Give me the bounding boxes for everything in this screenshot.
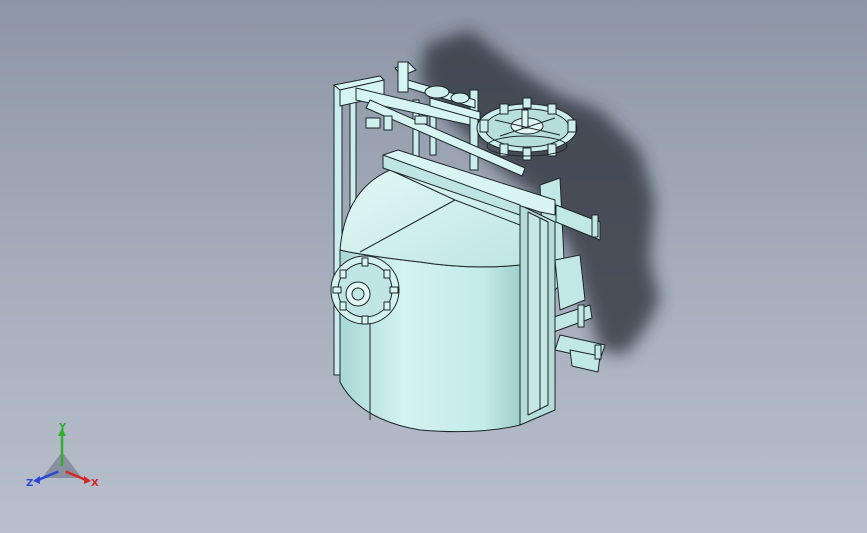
cad-model-tank-assembly[interactable] — [330, 61, 606, 433]
side-flange-cover — [330, 255, 400, 325]
triad-label-x: X — [91, 478, 99, 489]
view-triad-icon[interactable]: Y X Z — [26, 422, 99, 489]
graphics-viewport[interactable]: Y X Z — [0, 0, 867, 533]
triad-label-z: Z — [26, 478, 33, 489]
triad-label-y: Y — [58, 422, 67, 433]
